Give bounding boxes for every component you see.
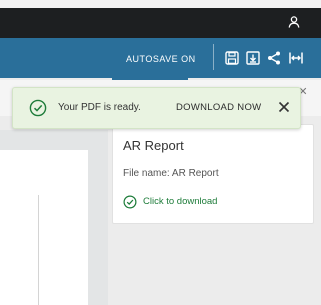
user-icon[interactable]	[287, 15, 301, 29]
check-circle-icon	[123, 195, 137, 209]
export-button[interactable]	[245, 50, 261, 66]
download-link-label: Click to download	[143, 196, 218, 207]
notification-message: Your PDF is ready.	[58, 102, 141, 113]
fit-width-icon	[289, 52, 303, 64]
notification-close-button[interactable]	[276, 99, 292, 115]
check-circle-icon	[29, 99, 47, 117]
save-icon	[225, 51, 239, 65]
document-page	[0, 150, 88, 305]
page-divider	[38, 195, 39, 305]
report-file-name: File name: AR Report	[123, 168, 219, 179]
share-icon	[268, 51, 280, 65]
save-button[interactable]	[224, 50, 240, 66]
export-icon	[246, 51, 260, 65]
fit-width-button[interactable]	[288, 50, 304, 66]
window-frame	[0, 0, 321, 8]
toolbar-divider	[213, 44, 214, 70]
report-title: AR Report	[123, 138, 184, 153]
app-header	[0, 8, 321, 38]
autosave-status[interactable]: AUTOSAVE ON	[126, 53, 196, 65]
click-to-download-link[interactable]: Click to download	[123, 195, 217, 209]
download-now-button[interactable]: DOWNLOAD NOW	[176, 102, 261, 114]
active-tab-indicator	[112, 78, 188, 80]
close-icon	[278, 101, 290, 113]
share-button[interactable]	[266, 50, 282, 66]
